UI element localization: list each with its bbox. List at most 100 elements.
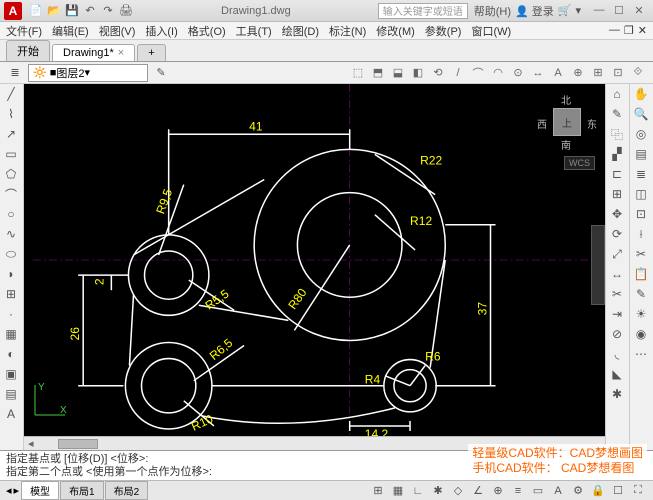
- paste-icon[interactable]: 📋: [630, 264, 652, 284]
- menu-tools[interactable]: 工具(T): [236, 23, 272, 39]
- annoscale-icon[interactable]: A: [549, 483, 567, 499]
- menu-window[interactable]: 窗口(W): [471, 23, 511, 39]
- workspace-icon[interactable]: ⚙: [569, 483, 587, 499]
- tab-model[interactable]: 模型: [21, 481, 59, 500]
- ellipse-arc-icon[interactable]: ◗: [0, 264, 22, 284]
- side-panel-handle[interactable]: [591, 225, 605, 305]
- otrack-toggle-icon[interactable]: ∠: [469, 483, 487, 499]
- stretch-icon[interactable]: ↔: [606, 264, 628, 284]
- move-icon[interactable]: ✥: [606, 204, 628, 224]
- chamfer-icon[interactable]: ◣: [606, 364, 628, 384]
- rect-tool-icon[interactable]: ▭: [0, 144, 22, 164]
- osnap-toggle-icon[interactable]: ◇: [449, 483, 467, 499]
- menu-draw[interactable]: 绘图(D): [282, 23, 319, 39]
- spline-tool-icon[interactable]: ∿: [0, 224, 22, 244]
- layers-icon[interactable]: ≣: [630, 164, 652, 184]
- grid-toggle-icon[interactable]: ▦: [389, 483, 407, 499]
- redo-icon[interactable]: ↷: [100, 3, 116, 19]
- doc-close-icon[interactable]: ✕: [638, 24, 647, 37]
- fullscreen-icon[interactable]: ⛶: [629, 483, 647, 499]
- tab-new[interactable]: +: [137, 44, 165, 61]
- rotate-icon[interactable]: ⟳: [606, 224, 628, 244]
- tool-icon[interactable]: ⊙: [509, 64, 527, 82]
- tool-icon[interactable]: ◠: [489, 64, 507, 82]
- table-tool-icon[interactable]: ▤: [0, 384, 22, 404]
- nav-home-icon[interactable]: ⌂: [606, 84, 628, 104]
- tab-drawing1[interactable]: Drawing1*×: [52, 44, 135, 61]
- login-link[interactable]: 👤 登录: [515, 3, 554, 19]
- tool-icon[interactable]: ↔: [529, 64, 547, 82]
- menu-edit[interactable]: 编辑(E): [52, 23, 89, 39]
- save-icon[interactable]: 💾: [64, 3, 80, 19]
- search-input[interactable]: 输入关键字或短语: [378, 3, 468, 19]
- tool-icon[interactable]: ⟲: [429, 64, 447, 82]
- props-icon[interactable]: ▤: [630, 144, 652, 164]
- menu-dim[interactable]: 标注(N): [329, 23, 366, 39]
- fillet-icon[interactable]: ◟: [606, 344, 628, 364]
- menu-param[interactable]: 参数(P): [425, 23, 462, 39]
- block-icon[interactable]: ◫: [630, 184, 652, 204]
- layer-combo[interactable]: 🔆 ■ 图层2 ▾: [28, 64, 148, 82]
- tool-icon[interactable]: ⌒: [469, 64, 487, 82]
- tool-icon[interactable]: ⊕: [569, 64, 587, 82]
- erase-icon[interactable]: ✎: [606, 104, 628, 124]
- scale-icon[interactable]: ⤢: [606, 244, 628, 264]
- render-icon[interactable]: ◉: [630, 324, 652, 344]
- polyline-tool-icon[interactable]: ⌇: [0, 104, 22, 124]
- tool-icon[interactable]: ⟐: [629, 64, 647, 82]
- ray-tool-icon[interactable]: ↗: [0, 124, 22, 144]
- layout-prev-icon[interactable]: ◂: [6, 484, 12, 497]
- tool-icon[interactable]: ⬚: [349, 64, 367, 82]
- viewcube-top[interactable]: 上: [553, 108, 581, 136]
- polar-toggle-icon[interactable]: ✱: [429, 483, 447, 499]
- menu-format[interactable]: 格式(O): [188, 23, 226, 39]
- snap-toggle-icon[interactable]: ⊞: [369, 483, 387, 499]
- dropdown-icon[interactable]: ▾: [575, 4, 581, 17]
- menu-modify[interactable]: 修改(M): [376, 23, 415, 39]
- menu-view[interactable]: 视图(V): [99, 23, 136, 39]
- layer-props-icon[interactable]: ≣: [6, 64, 24, 82]
- undo-icon[interactable]: ↶: [82, 3, 98, 19]
- zoom-icon[interactable]: 🔍: [630, 104, 652, 124]
- tool-icon[interactable]: ⬒: [369, 64, 387, 82]
- block-tool-icon[interactable]: ⊞: [0, 284, 22, 304]
- help-menu[interactable]: 帮助(H): [474, 3, 511, 19]
- light-icon[interactable]: ☀: [630, 304, 652, 324]
- group-icon[interactable]: ⊡: [630, 204, 652, 224]
- gradient-tool-icon[interactable]: ◐: [0, 344, 22, 364]
- orbit-icon[interactable]: ◎: [630, 124, 652, 144]
- polygon-tool-icon[interactable]: ⬠: [0, 164, 22, 184]
- region-tool-icon[interactable]: ▣: [0, 364, 22, 384]
- tool-icon[interactable]: ⊞: [589, 64, 607, 82]
- tool-icon[interactable]: ⊡: [609, 64, 627, 82]
- print-icon[interactable]: 🖨: [118, 3, 134, 19]
- arc-tool-icon[interactable]: ⌒: [0, 184, 22, 204]
- tab-start[interactable]: 开始: [6, 40, 50, 61]
- layer-match-icon[interactable]: ✎: [152, 64, 170, 82]
- ellipse-tool-icon[interactable]: ⬭: [0, 244, 22, 264]
- tool-icon[interactable]: ◧: [409, 64, 427, 82]
- clean-icon[interactable]: ☐: [609, 483, 627, 499]
- model-toggle-icon[interactable]: ▭: [529, 483, 547, 499]
- doc-restore-icon[interactable]: ❐: [624, 24, 634, 37]
- array-icon[interactable]: ⊞: [606, 184, 628, 204]
- break-icon[interactable]: ⊘: [606, 324, 628, 344]
- offset-icon[interactable]: ⊏: [606, 164, 628, 184]
- hatch-tool-icon[interactable]: ▦: [0, 324, 22, 344]
- measure-icon[interactable]: ⟊: [630, 224, 652, 244]
- pan-icon[interactable]: ✋: [630, 84, 652, 104]
- tool-icon[interactable]: ⬓: [389, 64, 407, 82]
- explode-icon[interactable]: ✱: [606, 384, 628, 404]
- dyn-toggle-icon[interactable]: ⊕: [489, 483, 507, 499]
- open-icon[interactable]: 📂: [46, 3, 62, 19]
- more-icon[interactable]: ⋯: [630, 344, 652, 364]
- tab-layout2[interactable]: 布局2: [105, 481, 149, 500]
- copy-icon[interactable]: ⿻: [606, 124, 628, 144]
- close-button[interactable]: ✕: [629, 4, 649, 17]
- cart-icon[interactable]: 🛒: [558, 4, 572, 17]
- point-tool-icon[interactable]: ·: [0, 304, 22, 324]
- tab-layout1[interactable]: 布局1: [60, 481, 104, 500]
- circle-tool-icon[interactable]: ○: [0, 204, 22, 224]
- tool-icon[interactable]: A: [549, 64, 567, 82]
- view-cube[interactable]: 北 南 西 东 上: [537, 92, 597, 152]
